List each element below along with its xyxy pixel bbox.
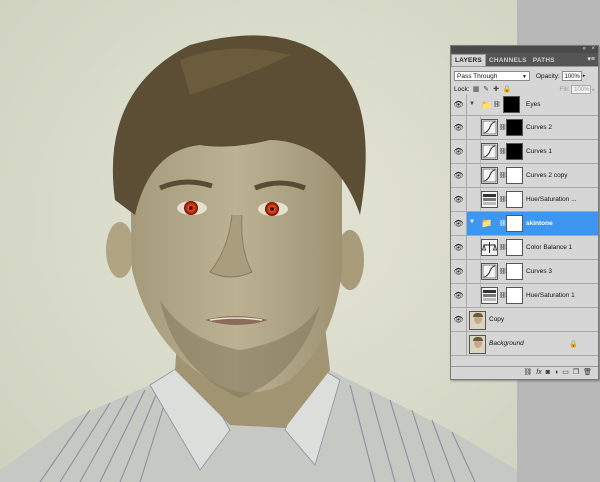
layer-mask-thumbnail[interactable] — [506, 167, 523, 184]
group-indent — [470, 188, 481, 211]
adjustment-layer-icon[interactable]: ◑ — [554, 369, 558, 377]
visibility-eye-icon[interactable]: 👁 — [451, 94, 467, 115]
layer-row-curves-2-copy[interactable]: 👁 ⛓ Curves 2 copy — [451, 164, 598, 188]
layer-mask-thumbnail[interactable] — [506, 191, 523, 208]
link-icon: ⛓ — [493, 102, 501, 108]
dropdown-arrow-icon: ▼ — [522, 74, 527, 80]
layer-mask-thumbnail[interactable] — [506, 143, 523, 160]
group-indent — [470, 236, 481, 259]
new-group-icon[interactable]: ▭ — [562, 369, 569, 377]
group-expanded-icon[interactable]: ▼ — [469, 101, 475, 107]
layer-mask-thumbnail[interactable] — [506, 263, 523, 280]
panel-menu-icon[interactable]: ▾≡ — [587, 55, 595, 63]
layer-mask-thumbnail[interactable] — [506, 239, 523, 256]
layer-name: Hue/Saturation ... — [526, 196, 577, 203]
visibility-eye-icon[interactable]: 👁 — [451, 164, 467, 187]
layer-thumbnail[interactable] — [469, 311, 486, 330]
layer-lock-icon: 🔒 — [569, 341, 578, 348]
visibility-eye-icon[interactable]: 👁 — [451, 236, 467, 259]
visibility-eye-icon[interactable]: 👁 — [451, 308, 467, 331]
layer-name: Hue/Saturation 1 — [526, 292, 575, 299]
layer-row-curves-1[interactable]: 👁 ⛓ Curves 1 — [451, 140, 598, 164]
lock-position-icon[interactable]: ✚ — [493, 86, 500, 93]
fill-label: Fill: — [559, 86, 570, 93]
curves-adjustment-icon[interactable] — [481, 263, 498, 280]
group-indent — [470, 164, 481, 187]
portrait-photo — [0, 35, 517, 482]
layer-name: Color Balance 1 — [526, 244, 573, 251]
layer-name: Curves 1 — [526, 148, 553, 155]
visibility-eye-icon[interactable]: 👁 — [451, 284, 467, 307]
layer-name: skintone — [526, 220, 553, 227]
visibility-eye-icon[interactable]: 👁 — [451, 188, 467, 211]
visibility-eye-icon[interactable]: 👁 — [451, 212, 467, 235]
group-mask-thumbnail[interactable] — [503, 96, 520, 113]
curves-adjustment-icon[interactable] — [481, 143, 498, 160]
visibility-eye-icon[interactable]: 👁 — [451, 116, 467, 139]
layer-row-color-balance-1[interactable]: 👁 ⛓ Color Balance 1 — [451, 236, 598, 260]
panel-footer: ⛓ fx ◙ ◑ ▭ ❐ 🗑 — [451, 366, 598, 379]
color-balance-adjustment-icon[interactable] — [481, 239, 498, 256]
layer-row-hue-saturation-1[interactable]: 👁 ⛓ Hue/Saturation 1 — [451, 284, 598, 308]
layer-row-curves-2[interactable]: 👁 ⛓ Curves 2 — [451, 116, 598, 140]
layer-row-eyes[interactable]: 👁 ▼ 📁 ⛓ Eyes — [451, 94, 598, 116]
lock-pixels-icon[interactable]: ✎ — [483, 86, 490, 93]
visibility-eye-icon[interactable]: 👁 — [451, 260, 467, 283]
curves-adjustment-icon[interactable] — [481, 167, 498, 184]
group-indent — [470, 140, 481, 163]
group-indent — [470, 260, 481, 283]
panel-title-bar[interactable]: « × — [451, 46, 598, 53]
document-canvas[interactable] — [0, 0, 517, 482]
collapse-icon[interactable]: « — [583, 46, 586, 53]
fill-field[interactable]: 100% — [571, 85, 592, 94]
lock-label: Lock: — [454, 86, 470, 93]
opacity-arrow-icon[interactable]: ▸ — [583, 73, 586, 79]
tab-layers[interactable]: LAYERS — [451, 54, 486, 66]
fill-arrow-icon[interactable]: ▸ — [592, 87, 595, 93]
visibility-toggle-empty[interactable]: 👁 — [451, 332, 467, 355]
group-indent — [470, 116, 481, 139]
lock-transparency-icon[interactable]: ▦ — [473, 86, 480, 93]
layer-mask-thumbnail[interactable] — [506, 287, 523, 304]
group-expanded-icon[interactable]: ▼ — [469, 219, 475, 225]
layer-name: Curves 3 — [526, 268, 553, 275]
close-icon[interactable]: × — [591, 46, 595, 53]
layer-row-background[interactable]: 👁 Background 🔒 — [451, 332, 598, 356]
panel-tabs: LAYERS CHANNELS PATHS ▾≡ — [451, 53, 598, 67]
layers-list[interactable]: 👁 ▼ 📁 ⛓ Eyes 👁 ⛓ Curves 2 👁 ⛓ Curves 1 👁… — [451, 94, 598, 360]
layer-thumbnail[interactable] — [469, 335, 486, 354]
group-mask-thumbnail[interactable] — [506, 215, 523, 232]
layers-panel[interactable]: « × LAYERS CHANNELS PATHS ▾≡ Pass Throug… — [450, 45, 599, 380]
layer-name: Background — [489, 340, 524, 347]
layer-row-hue-saturation-eyes[interactable]: 👁 ⛓ Hue/Saturation ... — [451, 188, 598, 212]
new-layer-icon[interactable]: ❐ — [573, 369, 579, 377]
blend-row: Pass Through ▼ Opacity: 100% ▸ — [451, 67, 598, 83]
layer-row-copy[interactable]: 👁 Copy — [451, 308, 598, 332]
layer-name: Copy — [489, 316, 505, 323]
layer-mask-thumbnail[interactable] — [506, 119, 523, 136]
layer-row-curves-3[interactable]: 👁 ⛓ Curves 3 — [451, 260, 598, 284]
curves-adjustment-icon[interactable] — [481, 119, 498, 136]
group-indent — [470, 284, 481, 307]
hue-saturation-adjustment-icon[interactable] — [481, 191, 498, 208]
layer-name: Curves 2 — [526, 124, 553, 131]
blend-mode-select[interactable]: Pass Through ▼ — [454, 71, 530, 81]
lock-all-icon[interactable]: 🔒 — [503, 86, 512, 93]
tab-channels[interactable]: CHANNELS — [486, 55, 530, 66]
folder-icon: 📁 — [481, 218, 493, 228]
link-layers-icon[interactable]: ⛓ — [523, 369, 532, 377]
layer-name: Curves 2 copy — [526, 172, 568, 179]
folder-icon: 📁 — [481, 100, 493, 110]
layer-style-fx-icon[interactable]: fx — [536, 369, 541, 377]
tab-paths[interactable]: PATHS — [530, 55, 558, 66]
add-mask-icon[interactable]: ◙ — [546, 369, 550, 377]
delete-layer-icon[interactable]: 🗑 — [583, 369, 592, 377]
visibility-eye-icon[interactable]: 👁 — [451, 140, 467, 163]
opacity-label: Opacity: — [536, 72, 560, 80]
opacity-field[interactable]: 100% — [561, 71, 582, 81]
layer-row-skintone[interactable]: 👁 ▼ 📁 ⛓ skintone — [451, 212, 598, 236]
hue-saturation-adjustment-icon[interactable] — [481, 287, 498, 304]
blend-mode-value: Pass Through — [457, 73, 498, 80]
layer-name: Eyes — [526, 101, 541, 108]
